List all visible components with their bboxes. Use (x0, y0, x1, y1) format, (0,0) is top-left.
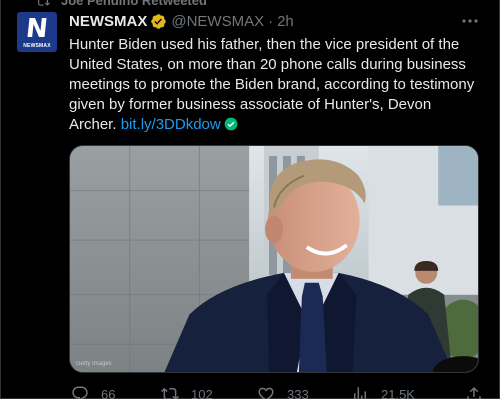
action-bar: 66 102 333 21.5K (69, 383, 481, 399)
retweet-button[interactable]: 102 (161, 385, 213, 399)
tweet-header: NEWSMAX @NEWSMAX · 2h (69, 11, 294, 31)
share-button[interactable] (465, 385, 483, 399)
more-options-icon[interactable] (461, 14, 479, 28)
avatar-logo-letter: N (24, 13, 50, 44)
author-name[interactable]: NEWSMAX (69, 13, 147, 30)
like-count: 333 (287, 386, 309, 399)
analytics-icon (354, 387, 366, 399)
retweet-banner-text[interactable]: Joe Pendino Retweeted (61, 0, 207, 8)
verified-link-icon (224, 117, 238, 131)
tweet-photo[interactable]: Getty Images (69, 145, 479, 373)
avatar[interactable]: N NEWSMAX (17, 12, 57, 52)
photo-image (70, 146, 478, 372)
header-separator: · (268, 12, 274, 30)
tweet-link[interactable]: bit.ly/3DDkdow (121, 116, 221, 133)
views-count: 21.5K (381, 386, 415, 399)
photo-credit: Getty Images (76, 361, 112, 367)
share-icon (467, 386, 481, 399)
heart-icon (258, 387, 274, 399)
reply-icon (72, 386, 88, 399)
reply-button[interactable]: 66 (71, 385, 115, 399)
views-button[interactable]: 21.5K (351, 385, 415, 399)
reply-count: 66 (101, 386, 116, 399)
retweet-icon (38, 0, 50, 6)
gold-verified-badge-icon[interactable] (150, 13, 167, 30)
retweet-action-icon (161, 387, 179, 399)
like-button[interactable]: 333 (257, 385, 309, 399)
retweet-count: 102 (191, 386, 213, 399)
tweet-timestamp[interactable]: 2h (277, 13, 294, 30)
tweet-text: Hunter Biden used his father, then the v… (69, 35, 481, 135)
tweet-card[interactable]: Joe Pendino Retweeted N NEWSMAX NEWSMAX … (0, 0, 500, 399)
author-handle[interactable]: @NEWSMAX (171, 13, 264, 30)
retweet-banner: Joe Pendino Retweeted (35, 0, 207, 8)
